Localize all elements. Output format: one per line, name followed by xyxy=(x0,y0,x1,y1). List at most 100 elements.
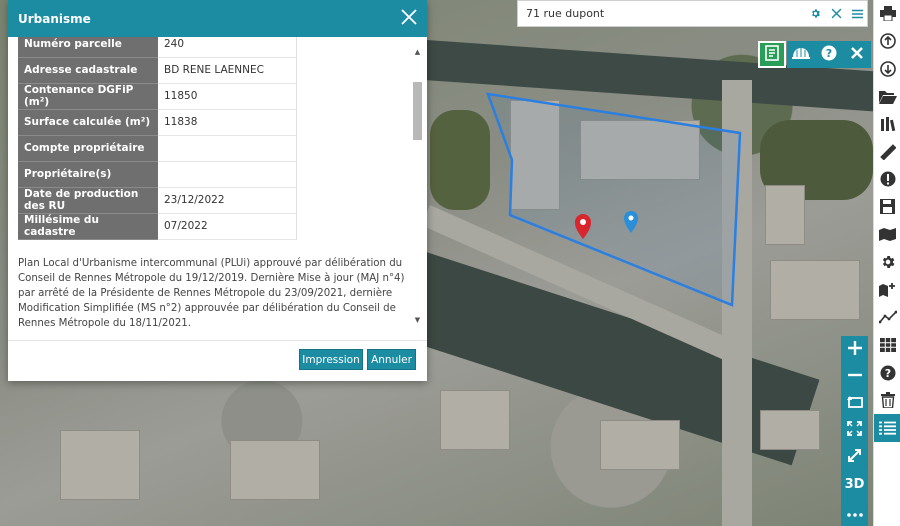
row-label: Date de production des RU xyxy=(18,187,158,214)
table-icon xyxy=(879,337,896,352)
dialog-header: Urbanisme xyxy=(8,0,427,37)
3d-label: 3D xyxy=(844,477,865,492)
profile-button[interactable] xyxy=(874,304,900,332)
zoom-out-icon xyxy=(847,367,862,386)
row-label: Compte propriétaire xyxy=(18,135,158,162)
rotate-button[interactable] xyxy=(841,390,868,417)
ruler-icon xyxy=(879,143,896,160)
parcel-info-table: Numéro parcelle 240 Adresse cadastrale BD … xyxy=(18,37,297,240)
row-label: Surface calculée (m²) xyxy=(18,109,158,136)
legend-button[interactable] xyxy=(874,413,900,442)
gear-icon[interactable] xyxy=(805,4,825,24)
map-button[interactable] xyxy=(874,221,900,249)
layers-button[interactable] xyxy=(787,41,815,68)
scrollbar[interactable]: ▲ ▼ xyxy=(413,47,422,328)
help-icon: ? xyxy=(821,45,837,65)
expand-icon xyxy=(847,448,862,467)
map-add-icon xyxy=(879,282,896,298)
save-button[interactable] xyxy=(874,193,900,221)
row-label: Millésime du cadastre xyxy=(18,213,158,240)
fullscreen-button[interactable] xyxy=(841,417,868,444)
arrow-up-circle-icon xyxy=(879,33,896,50)
address-search[interactable]: 71 rue dupont xyxy=(517,0,868,27)
print-button[interactable] xyxy=(874,0,900,28)
close-icon[interactable] xyxy=(826,4,846,24)
table-button[interactable] xyxy=(874,331,900,359)
gear-icon xyxy=(880,254,896,270)
delete-button[interactable] xyxy=(874,386,900,414)
map-icon xyxy=(879,227,896,242)
cancel-button[interactable]: Annuler xyxy=(367,349,416,370)
help-button[interactable]: ? xyxy=(874,359,900,387)
3d-button[interactable]: 3D xyxy=(841,471,868,498)
svg-text:?: ? xyxy=(826,47,832,60)
zoom-in-icon xyxy=(847,340,862,359)
dialog-title: Urbanisme xyxy=(18,11,91,26)
open-button[interactable] xyxy=(874,83,900,111)
row-value: BD RENE LAENNEC xyxy=(158,57,297,84)
scroll-area: Numéro parcelle 240 Adresse cadastrale BD … xyxy=(8,37,408,328)
measure-button[interactable] xyxy=(874,138,900,166)
document-icon xyxy=(765,44,779,65)
svg-text:?: ? xyxy=(884,367,890,380)
print-icon xyxy=(879,6,896,22)
settings-button[interactable] xyxy=(874,248,900,276)
row-value: 11850 xyxy=(158,83,297,110)
table-row: Numéro parcelle 240 xyxy=(18,37,297,58)
row-value: 23/12/2022 xyxy=(158,187,297,214)
scroll-down-icon[interactable]: ▼ xyxy=(413,315,422,325)
row-label: Contenance DGFiP (m²) xyxy=(18,83,158,110)
save-icon xyxy=(880,199,895,215)
layers-icon xyxy=(791,45,811,65)
table-row: Propriétaire(s) xyxy=(18,161,297,188)
print-button[interactable]: Impression xyxy=(299,349,363,370)
right-toolbar: ? xyxy=(873,0,900,526)
library-icon xyxy=(880,116,896,132)
more-button[interactable] xyxy=(841,498,868,525)
folder-open-icon xyxy=(878,90,897,104)
table-row: Date de production des RU 23/12/2022 xyxy=(18,187,297,214)
urbanisme-dialog: Urbanisme Numéro parcelle 240 Adresse cad… xyxy=(8,0,427,381)
zoom-in-button[interactable] xyxy=(841,336,868,363)
library-button[interactable] xyxy=(874,110,900,138)
row-value xyxy=(158,161,297,188)
parcel-outline xyxy=(486,92,742,307)
row-value: 07/2022 xyxy=(158,213,297,240)
zoom-out-button[interactable] xyxy=(841,363,868,390)
help-button[interactable]: ? xyxy=(815,41,843,68)
fullscreen-icon xyxy=(847,421,862,440)
table-row: Compte propriétaire xyxy=(18,135,297,162)
map-add-button[interactable] xyxy=(874,276,900,304)
table-row: Surface calculée (m²) 11838 xyxy=(18,109,297,136)
plu-description: Plan Local d'Urbanisme intercommunal (PL… xyxy=(18,258,405,328)
table-row: Millésime du cadastre 07/2022 xyxy=(18,213,297,240)
dialog-close-button[interactable] xyxy=(390,0,427,37)
scroll-thumb[interactable] xyxy=(413,82,422,140)
dialog-body[interactable]: Numéro parcelle 240 Adresse cadastrale BD … xyxy=(8,37,427,328)
dialog-footer: Impression Annuler xyxy=(8,340,427,381)
close-button[interactable] xyxy=(843,41,871,68)
menu-icon[interactable] xyxy=(847,4,867,24)
document-button[interactable] xyxy=(758,41,786,68)
alert-icon xyxy=(880,171,896,187)
row-label: Propriétaire(s) xyxy=(18,161,158,188)
row-label: Numéro parcelle xyxy=(18,37,158,58)
download-button[interactable] xyxy=(874,55,900,83)
address-value[interactable]: 71 rue dupont xyxy=(526,7,804,20)
trash-icon xyxy=(880,392,895,409)
row-value: 11838 xyxy=(158,109,297,136)
chart-line-icon xyxy=(878,310,897,324)
expand-button[interactable] xyxy=(841,444,868,471)
close-icon xyxy=(850,45,864,64)
table-row: Contenance DGFiP (m²) 11850 xyxy=(18,83,297,110)
more-icon xyxy=(846,502,863,521)
alert-button[interactable] xyxy=(874,166,900,194)
table-row: Adresse cadastrale BD RENE LAENNEC xyxy=(18,57,297,84)
row-value xyxy=(158,135,297,162)
rotate-icon xyxy=(846,394,863,413)
map-action-toolbar: ? xyxy=(758,41,871,68)
arrow-down-circle-icon xyxy=(879,61,896,77)
row-value: 240 xyxy=(158,37,297,58)
scroll-up-icon[interactable]: ▲ xyxy=(413,47,422,57)
upload-button[interactable] xyxy=(874,28,900,56)
